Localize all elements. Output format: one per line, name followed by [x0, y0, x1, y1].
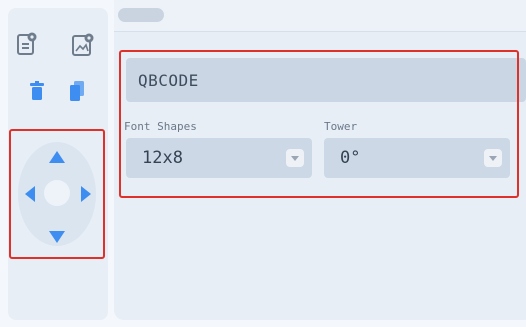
- image-settings-button[interactable]: [68, 30, 98, 60]
- chevron-down-icon: [291, 155, 299, 161]
- image-settings-icon: [72, 33, 94, 56]
- arrow-left-icon: [25, 186, 35, 202]
- panel-drag-handle[interactable]: [118, 8, 164, 22]
- tower-value: 0°: [340, 148, 361, 168]
- copy-icon: [70, 81, 84, 101]
- tower-select[interactable]: 0°: [324, 138, 510, 178]
- arrow-up-icon: [49, 151, 65, 163]
- move-right-button[interactable]: [78, 184, 94, 204]
- font-shapes-value: 12x8: [142, 148, 183, 168]
- copy-button[interactable]: [68, 80, 86, 102]
- dpad-center-button[interactable]: [44, 180, 70, 206]
- move-left-button[interactable]: [22, 184, 38, 204]
- element-name-field[interactable]: QBCODE: [126, 58, 526, 102]
- panel-header-strip: [114, 0, 526, 32]
- document-settings-icon: [17, 32, 37, 55]
- direction-pad: [14, 132, 100, 256]
- tower-label: Tower: [324, 120, 358, 133]
- tower-dropdown-arrow[interactable]: [484, 149, 502, 167]
- font-shapes-dropdown-arrow[interactable]: [286, 149, 304, 167]
- trash-icon: [30, 81, 44, 100]
- font-shapes-select[interactable]: 12x8: [126, 138, 312, 178]
- move-up-button[interactable]: [47, 148, 67, 166]
- arrow-down-icon: [49, 231, 65, 243]
- delete-button[interactable]: [28, 80, 46, 102]
- chevron-down-icon: [489, 155, 497, 161]
- move-down-button[interactable]: [47, 228, 67, 246]
- element-name-value: QBCODE: [138, 70, 199, 90]
- font-shapes-label: Font Shapes: [124, 120, 197, 133]
- document-settings-button[interactable]: [14, 30, 40, 58]
- arrow-right-icon: [81, 186, 91, 202]
